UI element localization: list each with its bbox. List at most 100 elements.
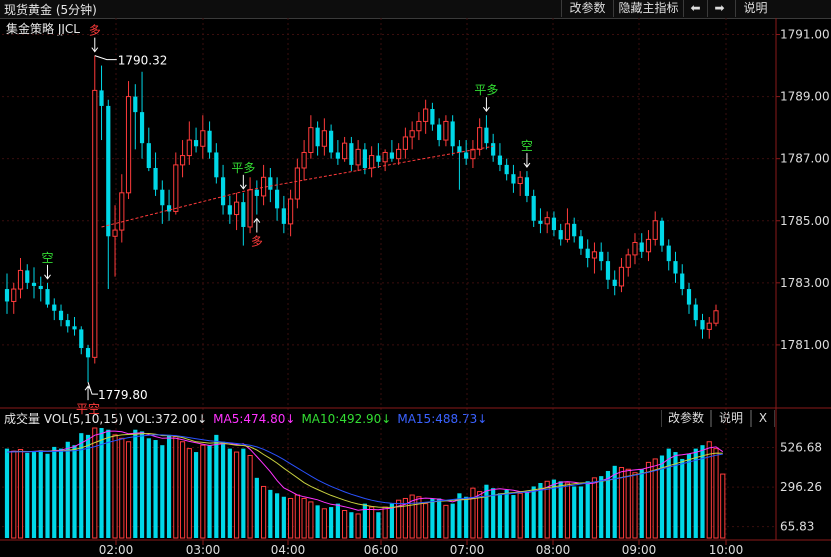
candle-body — [247, 189, 253, 228]
candle-body — [362, 149, 367, 168]
candle-body — [133, 96, 138, 113]
signal-label: 平多 — [231, 161, 255, 175]
candle-body — [200, 130, 206, 147]
volume-bar — [119, 437, 125, 539]
time-tick-label: 06:00 — [364, 543, 399, 557]
volume-bar — [599, 476, 604, 538]
candle-body — [119, 192, 125, 231]
candle-body — [464, 152, 469, 159]
volume-bar — [585, 481, 590, 538]
volume-bar — [220, 441, 226, 538]
volume-bar — [254, 477, 259, 538]
candle-body — [99, 90, 104, 106]
volume-bar — [52, 446, 57, 538]
candle-body — [564, 223, 571, 240]
volume-bar — [625, 468, 631, 539]
volume-bar — [106, 429, 111, 538]
candle-body — [220, 177, 226, 206]
volume-bar — [160, 445, 165, 538]
candle-body — [186, 139, 192, 157]
candle-body — [484, 127, 489, 144]
candle-body — [112, 229, 118, 237]
volume-bar — [25, 452, 30, 538]
volume-bar — [693, 448, 698, 538]
signal-label: 多 — [89, 24, 101, 38]
time-tick-label: 08:00 — [536, 543, 571, 557]
volume-bar — [558, 481, 563, 538]
volume-bar — [268, 489, 273, 538]
volume-bar — [504, 489, 509, 538]
candle-body — [477, 127, 483, 150]
candle-body — [125, 96, 132, 194]
volume-bar — [430, 498, 435, 538]
time-tick-label: 03:00 — [186, 543, 221, 557]
high-leader — [94, 55, 117, 61]
candle-body — [599, 251, 604, 262]
candle-body — [538, 220, 543, 224]
candle-body — [591, 251, 598, 259]
candle-body — [31, 282, 37, 286]
candle-body — [491, 143, 496, 156]
candle-body — [139, 112, 145, 144]
volume-bar — [125, 441, 132, 539]
signal-label: 平多 — [474, 83, 498, 97]
candle-body — [342, 142, 348, 160]
candle-body — [241, 202, 246, 227]
volume-bar — [166, 434, 172, 538]
candle-body — [443, 120, 449, 141]
volume-bar — [382, 506, 388, 539]
candle-body — [558, 230, 563, 240]
candle-body — [4, 289, 10, 302]
volume-bar — [713, 448, 719, 539]
candle-body — [639, 242, 644, 252]
volume-bar — [308, 501, 314, 539]
volume-bar — [112, 434, 118, 539]
candle-body — [396, 148, 402, 160]
volume-bar — [294, 494, 300, 539]
candle-body — [85, 348, 91, 358]
volume-bar — [31, 452, 37, 538]
candle-body — [713, 310, 719, 324]
volume-bar — [680, 458, 685, 538]
candle-body — [146, 143, 151, 168]
volume-bar — [146, 438, 151, 538]
candle-body — [625, 254, 631, 268]
price-tick-label: 1791.00 — [780, 28, 830, 42]
volume-bar — [639, 469, 644, 538]
candle-body — [349, 143, 354, 165]
volume-bar — [362, 503, 367, 538]
price-volume-chart: 1790.321779.80空多平空平多多平多空 1791.001789.001… — [0, 18, 831, 557]
volume-bar — [200, 444, 206, 539]
candle-body — [572, 223, 577, 237]
volume-bar — [173, 436, 179, 539]
candle-body — [632, 241, 638, 256]
candle-body — [416, 120, 422, 132]
volume-bar — [133, 429, 138, 538]
candle-body — [335, 152, 340, 159]
volume-bar — [470, 487, 476, 539]
candle-body — [11, 288, 17, 302]
candle-body — [659, 220, 665, 246]
candle-body — [58, 310, 64, 321]
candle-body — [470, 148, 476, 160]
candle-body — [430, 109, 435, 125]
candle-body — [288, 198, 294, 225]
candle-body — [193, 140, 199, 147]
candle-body — [517, 176, 523, 185]
candle-body — [315, 127, 320, 147]
volume-bar — [45, 453, 50, 538]
candle-body — [612, 279, 617, 286]
candle-body — [355, 148, 361, 166]
volume-bar — [301, 497, 307, 539]
candle-body — [321, 130, 327, 147]
volume-bar — [686, 453, 692, 538]
candle-body — [389, 152, 394, 159]
volume-bar — [275, 493, 280, 538]
volume-bar — [591, 477, 598, 539]
candle-body — [423, 108, 429, 122]
price-tick-label: 1781.00 — [780, 338, 830, 352]
volume-tick-label: 65.83 — [780, 520, 814, 534]
price-tick-label: 1783.00 — [780, 276, 830, 290]
volume-bar — [241, 448, 246, 538]
volume-bar — [423, 503, 429, 539]
